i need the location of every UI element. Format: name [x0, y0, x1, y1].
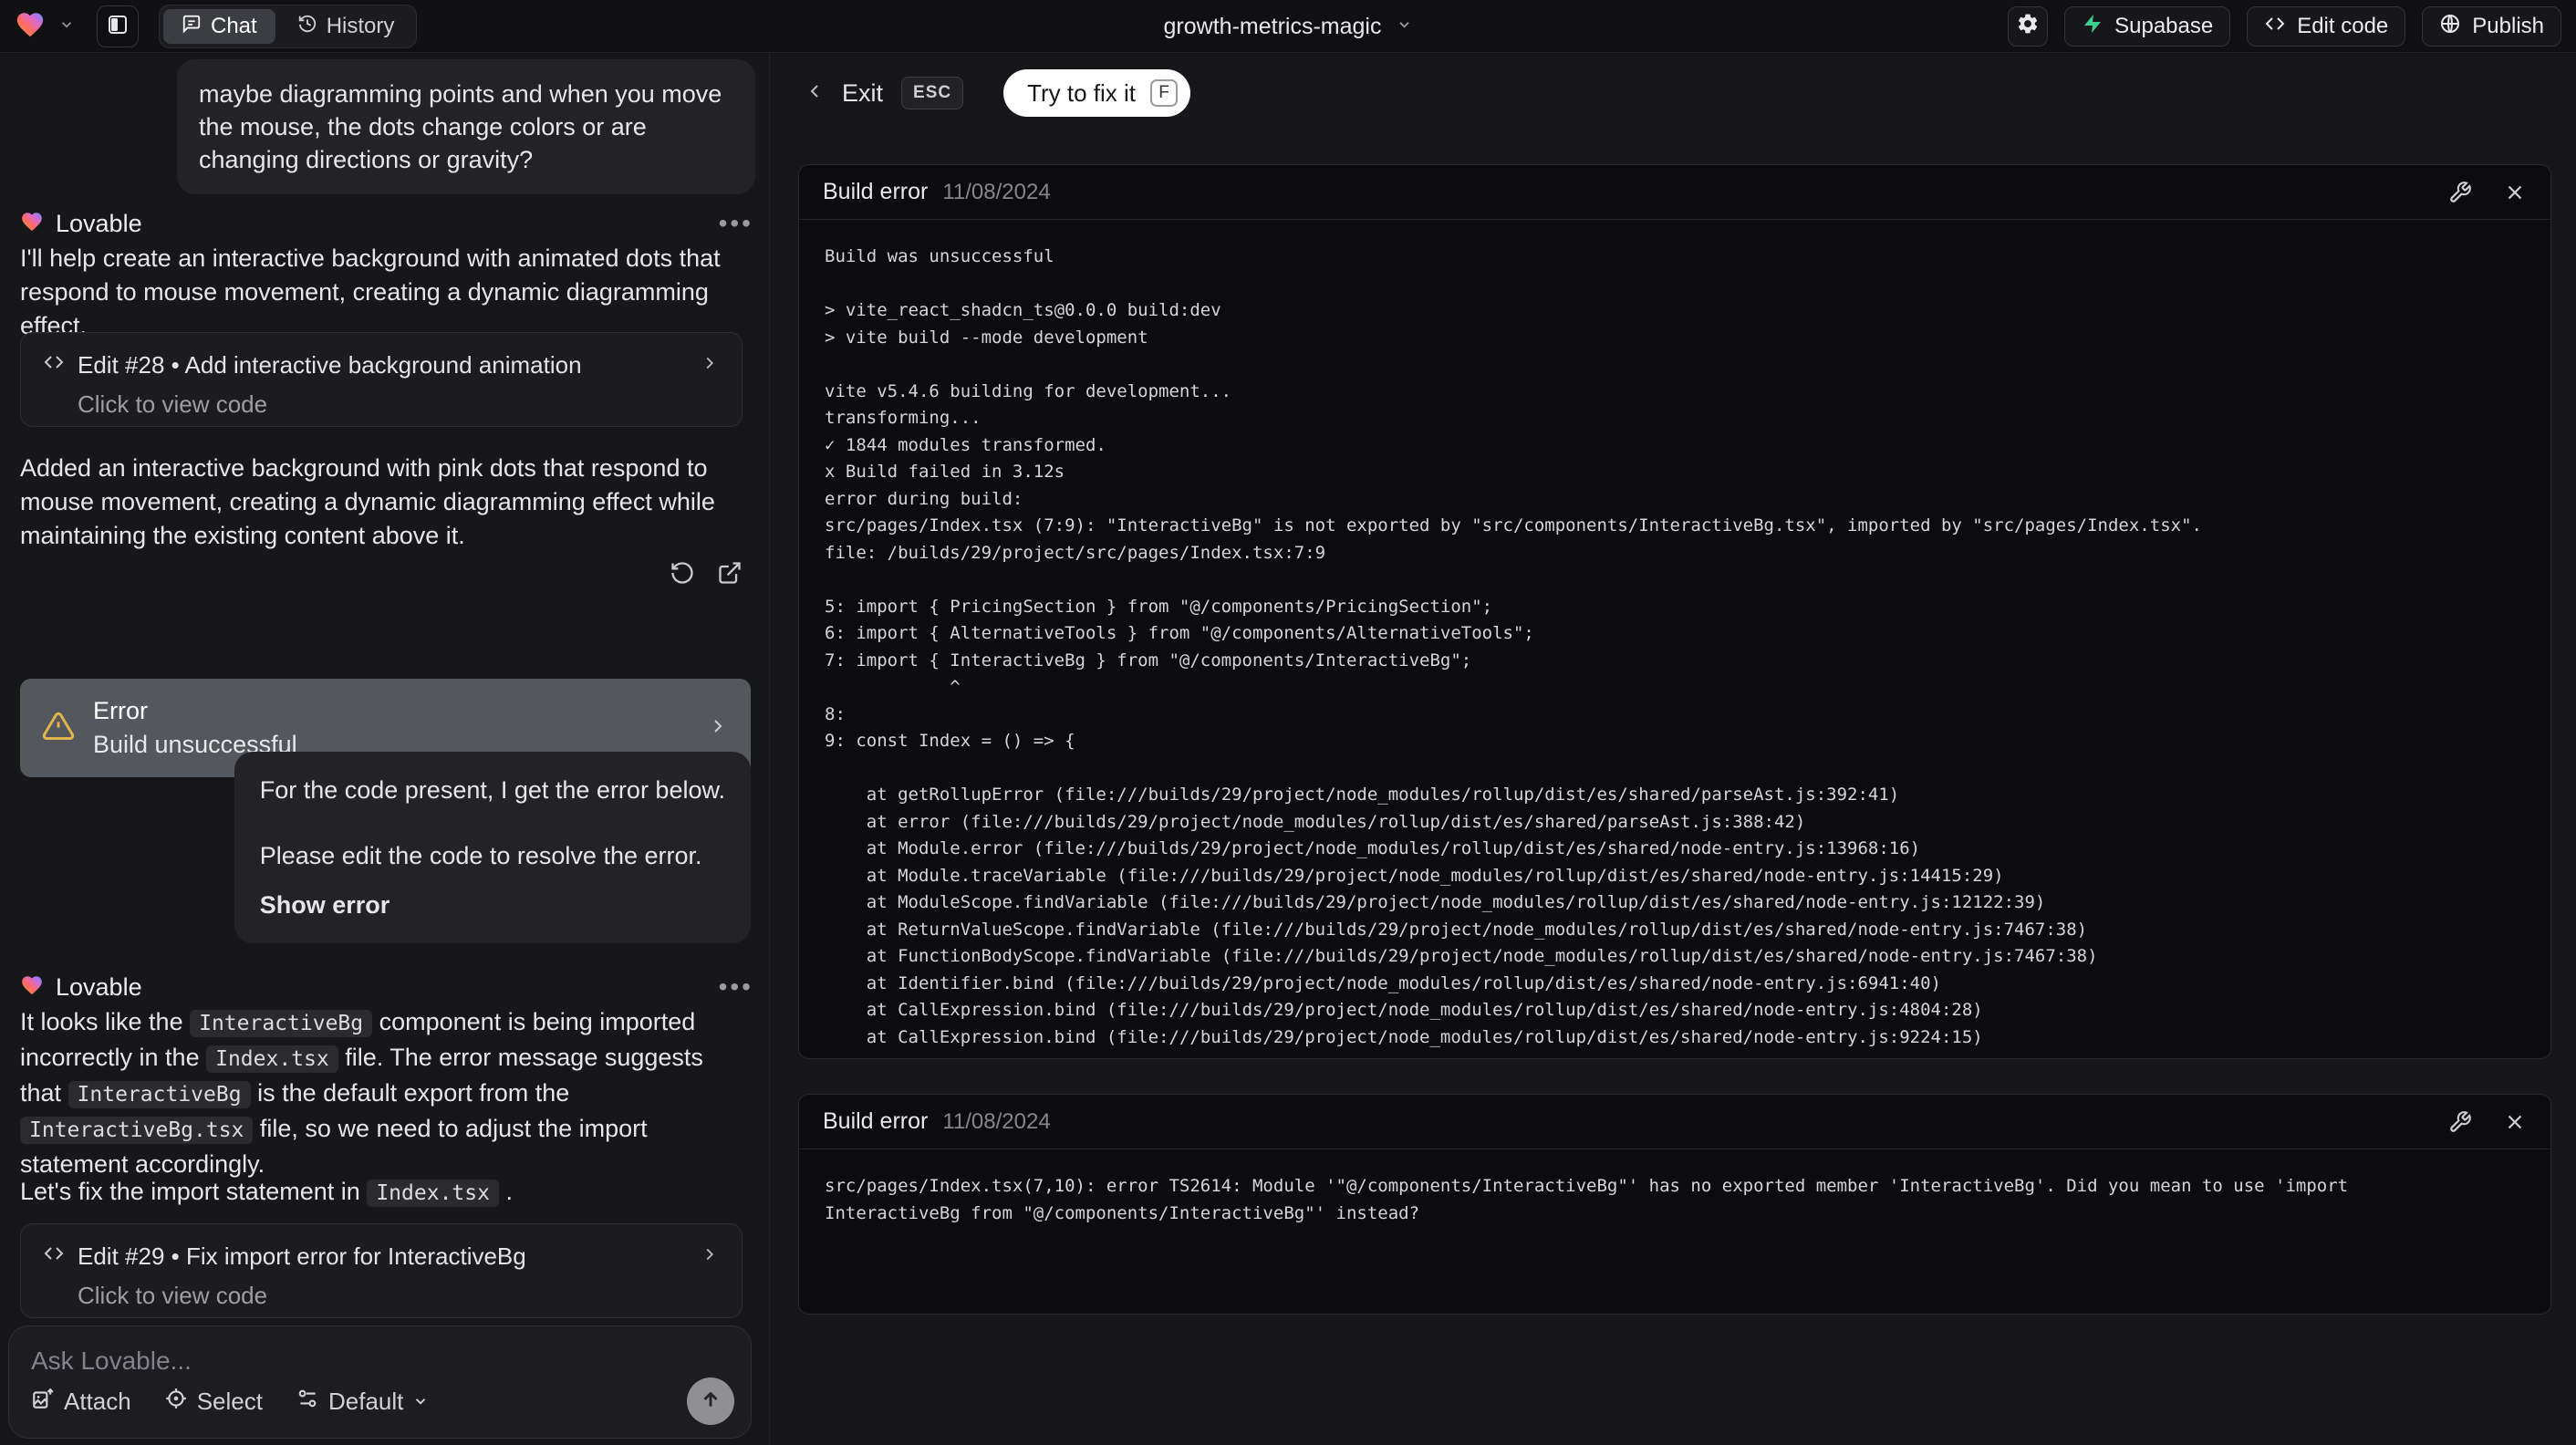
- wrench-icon[interactable]: [2448, 1110, 2472, 1134]
- build-error-header: Build error 11/08/2024: [799, 1095, 2550, 1149]
- exit-button[interactable]: Exit: [842, 79, 883, 108]
- attach-button[interactable]: Attach: [31, 1387, 131, 1417]
- globe-icon: [2439, 13, 2461, 41]
- error-card-title: Error: [93, 697, 148, 724]
- edit-card-subtitle: Click to view code: [78, 390, 268, 418]
- chevron-right-icon: [700, 1242, 720, 1271]
- try-to-fix-label: Try to fix it: [1027, 78, 1137, 107]
- error-overlay: Exit ESC Try to fix it F Build error 11/…: [770, 53, 2576, 1445]
- assistant-name: Lovable: [56, 972, 142, 1001]
- chat-input[interactable]: Ask Lovable... Attach Select Default: [8, 1325, 752, 1439]
- tab-history[interactable]: History: [279, 9, 413, 44]
- build-error-header: Build error 11/08/2024: [799, 165, 2550, 220]
- lovable-heart-icon: [20, 210, 44, 238]
- supabase-label: Supabase: [2114, 14, 2214, 38]
- chevron-down-icon: [412, 1388, 429, 1416]
- edit-card-28[interactable]: Edit #28 • Add interactive background an…: [20, 332, 743, 427]
- chat-panel: maybe diagramming points and when you mo…: [0, 53, 766, 1445]
- chevron-right-icon: [707, 715, 729, 742]
- wrench-icon[interactable]: [2448, 181, 2472, 204]
- history-clock-icon: [297, 14, 317, 40]
- tab-history-label: History: [326, 14, 395, 38]
- send-arrow-up-icon: [699, 1388, 722, 1416]
- supabase-icon: [2082, 13, 2103, 41]
- show-error-label[interactable]: Show error: [260, 889, 725, 921]
- send-button[interactable]: [687, 1377, 734, 1425]
- mode-label: Default: [327, 1387, 404, 1415]
- publish-button[interactable]: Publish: [2422, 6, 2561, 47]
- build-error-date: 11/08/2024: [942, 1108, 1051, 1134]
- supabase-button[interactable]: Supabase: [2064, 6, 2231, 47]
- build-error-title: Build error: [823, 1108, 929, 1134]
- code-brackets-icon: [2264, 13, 2286, 41]
- gear-icon: [2016, 12, 2040, 42]
- assistant-message: I'll help create an interactive backgrou…: [20, 244, 721, 339]
- edit-card-subtitle: Click to view code: [78, 1282, 268, 1309]
- chat-bubble-icon: [182, 14, 202, 40]
- assistant-message: It looks like the InteractiveBg componen…: [20, 1008, 703, 1178]
- code-brackets-icon: [43, 351, 65, 379]
- edit-card-title: Edit #29 • Fix import error for Interact…: [78, 1242, 526, 1270]
- assistant-message-header: Lovable •••: [20, 209, 753, 238]
- message-menu-ellipsis-icon[interactable]: •••: [719, 209, 753, 238]
- settings-button[interactable]: [2008, 6, 2049, 47]
- code-brackets-icon: [43, 1242, 65, 1271]
- close-icon[interactable]: [2503, 1110, 2527, 1134]
- edit-card-29[interactable]: Edit #29 • Fix import error for Interact…: [20, 1223, 743, 1318]
- tab-chat[interactable]: Chat: [163, 9, 275, 44]
- project-chevron-down-icon: [1396, 16, 1412, 37]
- attach-image-icon: [31, 1387, 55, 1417]
- fix-key-badge: F: [1150, 79, 1179, 107]
- publish-label: Publish: [2472, 14, 2544, 38]
- panel-left-icon: [107, 14, 129, 40]
- sidebar-toggle-button[interactable]: [97, 5, 139, 47]
- assistant-message: Let's fix the import statement in Index.…: [20, 1178, 513, 1207]
- edit-code-button[interactable]: Edit code: [2247, 6, 2406, 47]
- chat-input-placeholder: Ask Lovable...: [31, 1346, 192, 1375]
- attach-label: Attach: [64, 1387, 131, 1415]
- build-error-log[interactable]: Build was unsuccessful > vite_react_shad…: [799, 220, 2550, 1058]
- lovable-heart-icon[interactable]: [15, 9, 46, 45]
- mode-selector[interactable]: Default: [296, 1387, 429, 1417]
- back-chevron-icon[interactable]: [804, 80, 826, 107]
- assistant-message-header: Lovable •••: [20, 972, 753, 1002]
- user-message: maybe diagramming points and when you mo…: [177, 59, 755, 194]
- esc-key-badge: ESC: [901, 77, 964, 109]
- sliders-icon: [296, 1387, 319, 1417]
- tab-chat-label: Chat: [211, 14, 257, 38]
- chevron-right-icon: [700, 351, 720, 379]
- build-error-panel-2: Build error 11/08/2024 src/pages/Index.t…: [798, 1094, 2551, 1315]
- external-link-icon[interactable]: [717, 560, 743, 586]
- build-error-panel-1: Build error 11/08/2024 Build was unsucce…: [798, 164, 2551, 1059]
- build-error-log[interactable]: src/pages/Index.tsx(7,10): error TS2614:…: [799, 1149, 2550, 1251]
- chat-history-tab-group: Chat History: [159, 5, 418, 48]
- user-message: For the code present, I get the error be…: [234, 752, 751, 943]
- project-name: growth-metrics-magic: [1163, 13, 1382, 39]
- try-to-fix-button[interactable]: Try to fix it F: [1003, 69, 1191, 117]
- edit-card-title: Edit #28 • Add interactive background an…: [78, 351, 582, 379]
- lovable-heart-icon: [20, 973, 44, 1002]
- message-actions: [670, 560, 743, 586]
- select-button[interactable]: Select: [164, 1387, 263, 1417]
- restore-icon[interactable]: [670, 560, 695, 586]
- assistant-name: Lovable: [56, 209, 142, 237]
- message-menu-ellipsis-icon[interactable]: •••: [719, 972, 753, 1002]
- app-header: Chat History growth-metrics-magic Supaba…: [0, 0, 2576, 53]
- project-selector[interactable]: growth-metrics-magic: [1164, 0, 1413, 53]
- edit-code-label: Edit code: [2297, 14, 2389, 38]
- warning-triangle-icon: [42, 710, 75, 747]
- select-label: Select: [196, 1387, 263, 1415]
- close-icon[interactable]: [2503, 181, 2527, 204]
- assistant-message: Added an interactive background with pin…: [20, 454, 715, 549]
- build-error-date: 11/08/2024: [942, 179, 1051, 204]
- build-error-title: Build error: [823, 179, 929, 204]
- select-target-icon: [164, 1387, 188, 1417]
- workspace-chevron-down-icon[interactable]: [58, 16, 75, 37]
- user-message-body: For the code present, I get the error be…: [259, 776, 725, 869]
